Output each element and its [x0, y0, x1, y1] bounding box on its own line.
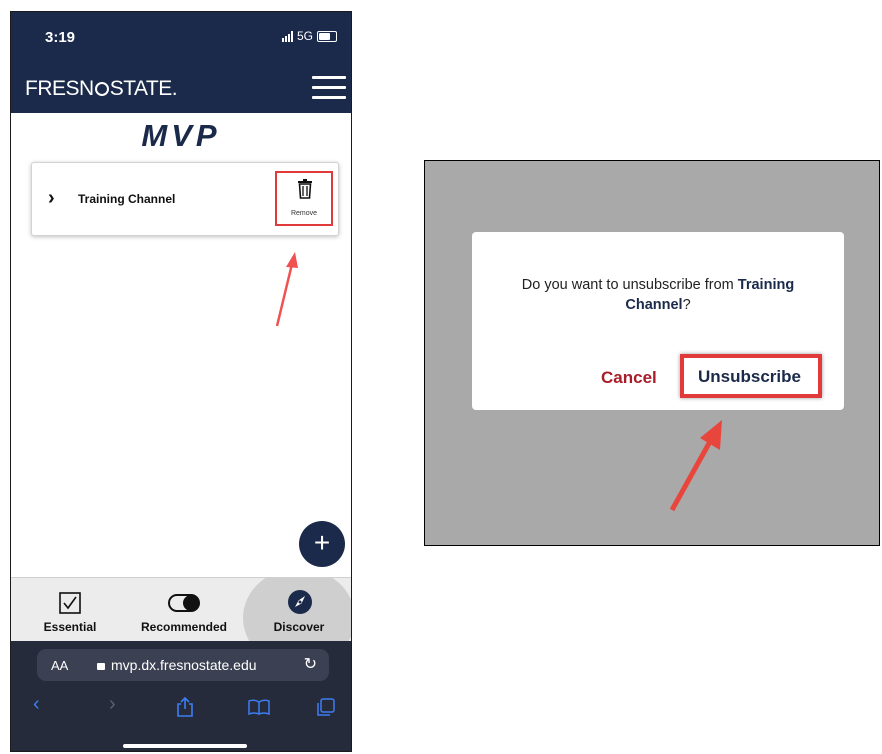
channel-name[interactable]: Training Channel — [78, 192, 175, 206]
dialog-message: Do you want to unsubscribe from Training… — [490, 275, 826, 315]
tabs-icon[interactable] — [317, 698, 335, 716]
battery-icon — [317, 30, 337, 42]
add-channel-button[interactable]: + — [299, 521, 345, 567]
back-icon[interactable]: ‹ — [33, 693, 40, 716]
phone-screenshot: 3:19 5G FRESN STATE. MVP › Training Chann… — [10, 11, 352, 752]
unsubscribe-button[interactable]: Unsubscribe — [698, 367, 801, 387]
network-label: 5G — [296, 29, 313, 43]
forward-icon[interactable]: › — [109, 693, 116, 716]
status-indicators: 5G — [281, 29, 337, 43]
dialog-message-prefix: Do you want to unsubscribe from — [521, 277, 738, 293]
app-header: FRESN STATE. — [11, 69, 351, 113]
text-size-button[interactable]: AA — [51, 658, 68, 673]
compass-icon — [288, 590, 312, 614]
logo-text-left: FRESN — [25, 77, 94, 100]
logo-seal-icon — [94, 82, 109, 96]
remove-label: Remove — [290, 210, 318, 217]
annotation-arrow — [275, 252, 298, 327]
url-value: mvp.dx.fresnostate.edu — [111, 657, 257, 673]
cancel-button[interactable]: Cancel — [601, 368, 657, 388]
bookmarks-icon[interactable] — [248, 699, 270, 715]
dialog-screenshot: Do you want to unsubscribe from Training… — [424, 160, 880, 546]
checkbox-icon — [59, 592, 81, 614]
page-title: MVP — [141, 118, 221, 153]
unsubscribe-dialog: Do you want to unsubscribe from Training… — [472, 232, 844, 410]
unsubscribe-highlight[interactable]: Unsubscribe — [680, 354, 822, 398]
remove-button[interactable]: Remove — [275, 171, 333, 226]
trash-icon[interactable] — [297, 179, 313, 199]
status-bar: 3:19 5G — [11, 12, 351, 69]
browser-chrome: AA mvp.dx.fresnostate.edu ↻ ‹ › — [11, 641, 351, 751]
fresno-state-logo: FRESN STATE. — [25, 77, 178, 101]
signal-icon — [281, 30, 293, 42]
tab-discover[interactable]: Discover — [255, 578, 343, 642]
annotation-arrow — [669, 420, 722, 512]
share-icon[interactable] — [176, 697, 194, 717]
url-text[interactable]: mvp.dx.fresnostate.edu — [97, 657, 257, 673]
tab-essential-label: Essential — [43, 620, 97, 634]
address-bar[interactable]: AA mvp.dx.fresnostate.edu ↻ — [37, 649, 329, 681]
toggle-icon — [168, 594, 200, 612]
status-time: 3:19 — [45, 29, 76, 46]
tab-essential[interactable]: Essential — [25, 578, 115, 642]
bottom-tab-bar: Essential Recommended Discover — [11, 577, 351, 642]
chevron-right-icon[interactable]: › — [48, 187, 55, 210]
channel-card[interactable]: › Training Channel Remove — [31, 162, 339, 236]
tab-recommended-label: Recommended — [140, 620, 228, 634]
tab-discover-label: Discover — [273, 620, 325, 634]
home-indicator — [123, 744, 247, 748]
hamburger-menu-icon[interactable] — [312, 76, 346, 100]
dialog-message-suffix: ? — [682, 297, 691, 313]
tab-recommended[interactable]: Recommended — [129, 578, 239, 642]
reload-icon[interactable]: ↻ — [304, 654, 317, 674]
lock-icon — [97, 663, 105, 670]
logo-text-right: STATE. — [109, 77, 178, 100]
